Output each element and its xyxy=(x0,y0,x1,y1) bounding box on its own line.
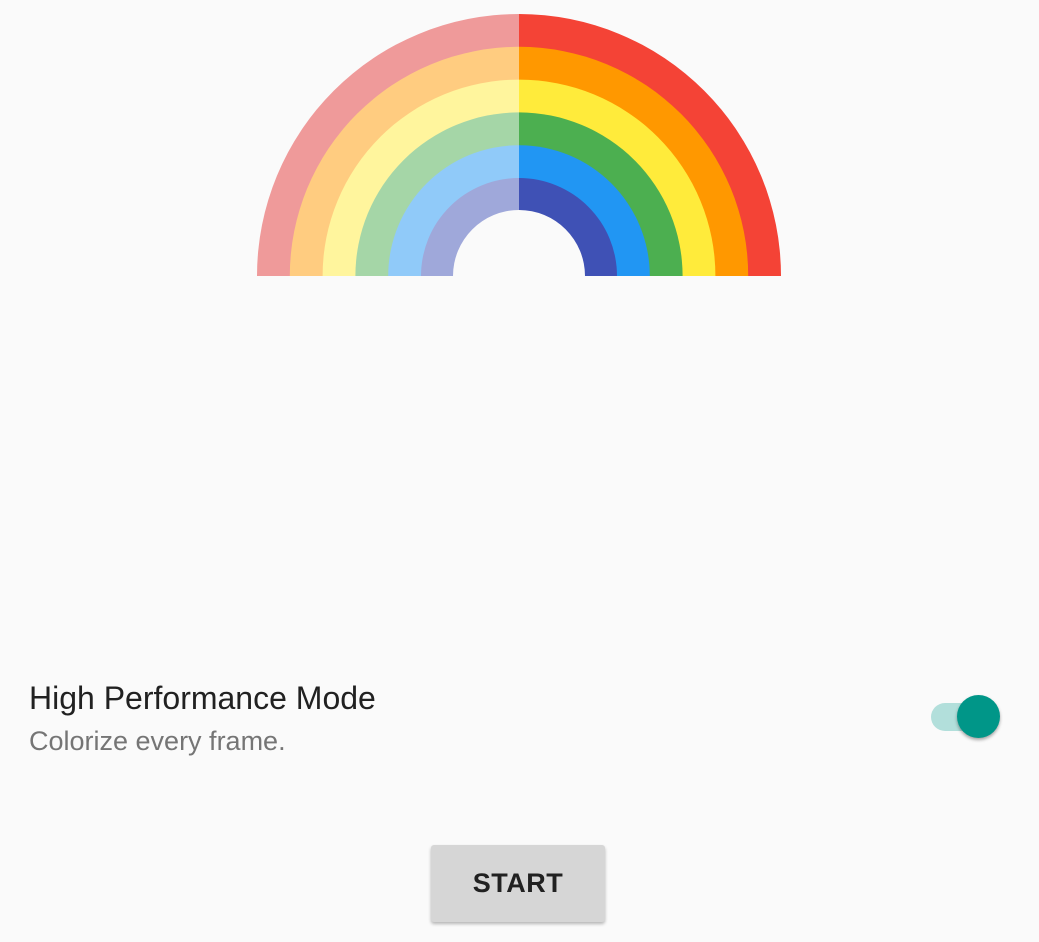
setting-title: High Performance Mode xyxy=(29,680,376,716)
high-performance-setting-row: High Performance Mode Colorize every fra… xyxy=(0,670,1039,770)
setting-subtitle: Colorize every frame. xyxy=(29,726,286,756)
toggle-thumb xyxy=(957,695,1000,738)
high-performance-toggle[interactable] xyxy=(929,695,1003,741)
rainbow-graphic xyxy=(257,14,781,277)
start-button[interactable]: START xyxy=(431,845,605,922)
